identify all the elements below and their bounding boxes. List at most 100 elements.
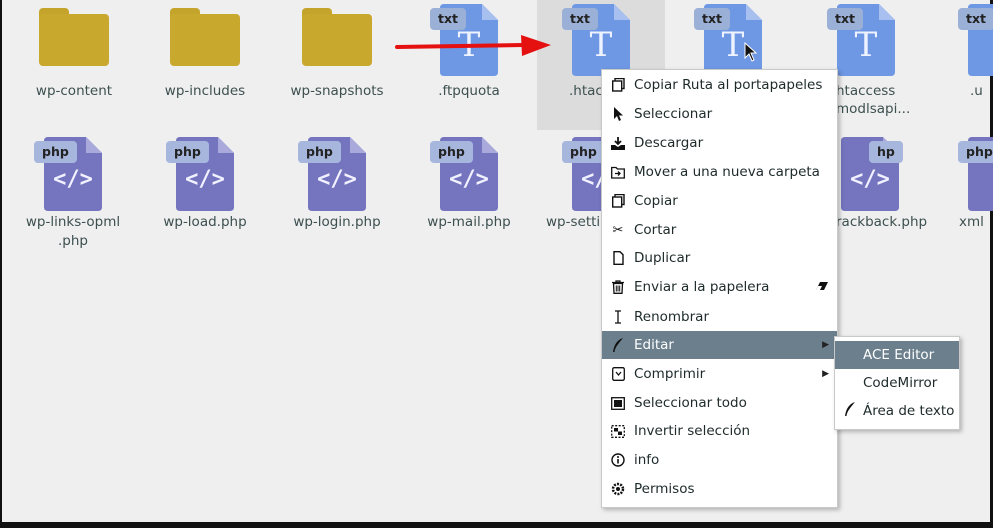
menu-item-label: Cortar [634,222,677,238]
svg-text:</>: </> [850,167,890,192]
svg-text:T: T [722,25,745,65]
folder-icon [39,8,109,66]
php-file-icon: php [958,137,993,211]
context-menu: Copiar Ruta al portapapeles Seleccionar … [601,69,838,508]
file-type-badge: txt [958,8,993,30]
submenu-item-label: ACE Editor [863,347,935,363]
trash-icon [611,280,625,294]
select-all-icon [611,396,625,410]
file-type-badge: php [562,141,605,163]
file-item[interactable]: </> php wp-login.php [277,137,397,231]
txt-file-icon: T txt [694,4,762,76]
submenu-item-codemirror[interactable]: CodeMirror [835,369,959,397]
svg-text:</>: </> [449,167,489,192]
file-type-badge: txt [430,8,467,30]
menu-item-invert-selection[interactable]: Invertir selección [602,417,837,445]
folder-icon [170,8,240,66]
folder-icon [302,8,372,66]
file-label: wp-login.php [293,214,381,230]
move-folder-icon [611,165,625,179]
mouse-cursor-icon [744,42,758,62]
submenu-item-textarea[interactable]: Área de texto [835,397,959,425]
text-cursor-icon [611,310,625,324]
scissors-icon: ✂ [612,222,624,238]
submenu-arrow-icon: ▶ [822,369,829,379]
menu-item-label: Duplicar [634,250,691,266]
file-item[interactable]: T txt [673,4,793,76]
menu-item-download[interactable]: Descargar [602,129,837,157]
file-type-badge: php [166,141,209,163]
file-item[interactable]: php xml [940,137,993,231]
file-label: xml [959,214,984,230]
file-type-badge: txt [827,8,864,30]
menu-item-copy[interactable]: Copiar [602,187,837,215]
window-edge-left [0,0,2,528]
folder-item[interactable]: wp-includes [145,0,265,100]
folder-item[interactable]: wp-snapshots [277,0,397,100]
copy-icon [611,78,625,92]
menu-item-label: Renombrar [634,309,709,325]
menu-item-edit[interactable]: Editar ▶ [602,331,837,359]
file-label: wp-content [35,83,113,99]
duplicate-icon [611,251,625,265]
file-label: wp-includes [164,83,246,99]
file-item[interactable]: </> php wp-links-opml .php [13,137,133,251]
submenu-arrow-icon: ▶ [822,340,829,350]
file-item[interactable]: </> php wp-load.php [145,137,265,231]
annotation-arrow-horizontal [395,35,551,56]
file-type-badge: php [430,141,473,163]
edit-submenu: ACE Editor CodeMirror Área de texto [834,336,960,430]
svg-text:</>: </> [317,167,357,192]
file-item[interactable]: txt .u [940,4,993,100]
file-type-badge: txt [562,8,599,30]
file-label: wp-load.php [163,214,247,230]
php-file-icon: </> php [166,137,234,211]
txt-file-icon: T txt [562,4,630,76]
file-label: .ftpquota [438,83,500,99]
menu-item-duplicate[interactable]: Duplicar [602,244,837,272]
file-label: wp-snapshots [290,83,384,99]
txt-file-icon: txt [958,4,993,76]
window-edge-bottom [0,522,993,528]
file-type-badge: php [34,141,77,163]
file-type-badge: txt [694,8,731,30]
info-icon [611,453,625,467]
pointer-icon [611,107,625,121]
file-label: .u [970,83,983,99]
file-type-badge: php [958,141,993,163]
menu-item-label: Editar [634,337,674,353]
php-file-icon: </> hp [841,137,903,211]
menu-item-label: info [634,452,660,468]
menu-item-rename[interactable]: Renombrar [602,303,837,331]
menu-item-trash[interactable]: Enviar a la papelera [602,273,837,301]
svg-text:T: T [590,25,613,65]
menu-item-move-folder[interactable]: Mover a una nueva carpeta [602,158,837,186]
copy-icon [611,194,625,208]
archive-icon [611,367,625,381]
menu-item-permissions[interactable]: Permisos [602,475,837,503]
quill-icon [844,402,858,420]
submenu-item-label: CodeMirror [863,375,938,391]
folder-item[interactable]: wp-content [14,0,134,100]
menu-item-select[interactable]: Seleccionar [602,100,837,128]
menu-item-label: Permisos [634,481,695,497]
menu-item-label: Comprimir [634,366,706,382]
menu-item-compress[interactable]: Comprimir ▶ [602,360,837,388]
menu-item-info[interactable]: info [602,446,837,474]
file-type-badge: php [298,141,341,163]
file-item[interactable]: </> php wp-mail.php [409,137,529,231]
php-file-icon: </> php [298,137,366,211]
svg-text:T: T [855,25,878,65]
menu-item-cut[interactable]: ✂ Cortar [602,216,837,244]
submenu-item-label: Área de texto [863,403,955,419]
php-file-icon: </> php [430,137,498,211]
menu-item-label: Invertir selección [634,423,751,439]
file-label: wp-links-opml .php [25,214,121,249]
eraser-icon [815,280,829,294]
svg-text:</>: </> [185,167,225,192]
download-icon [611,136,625,150]
menu-item-copy-path[interactable]: Copiar Ruta al portapapeles [602,71,837,99]
menu-item-label: Mover a una nueva carpeta [634,164,820,180]
submenu-item-ace-editor[interactable]: ACE Editor [835,341,959,369]
menu-item-select-all[interactable]: Seleccionar todo [602,389,837,417]
